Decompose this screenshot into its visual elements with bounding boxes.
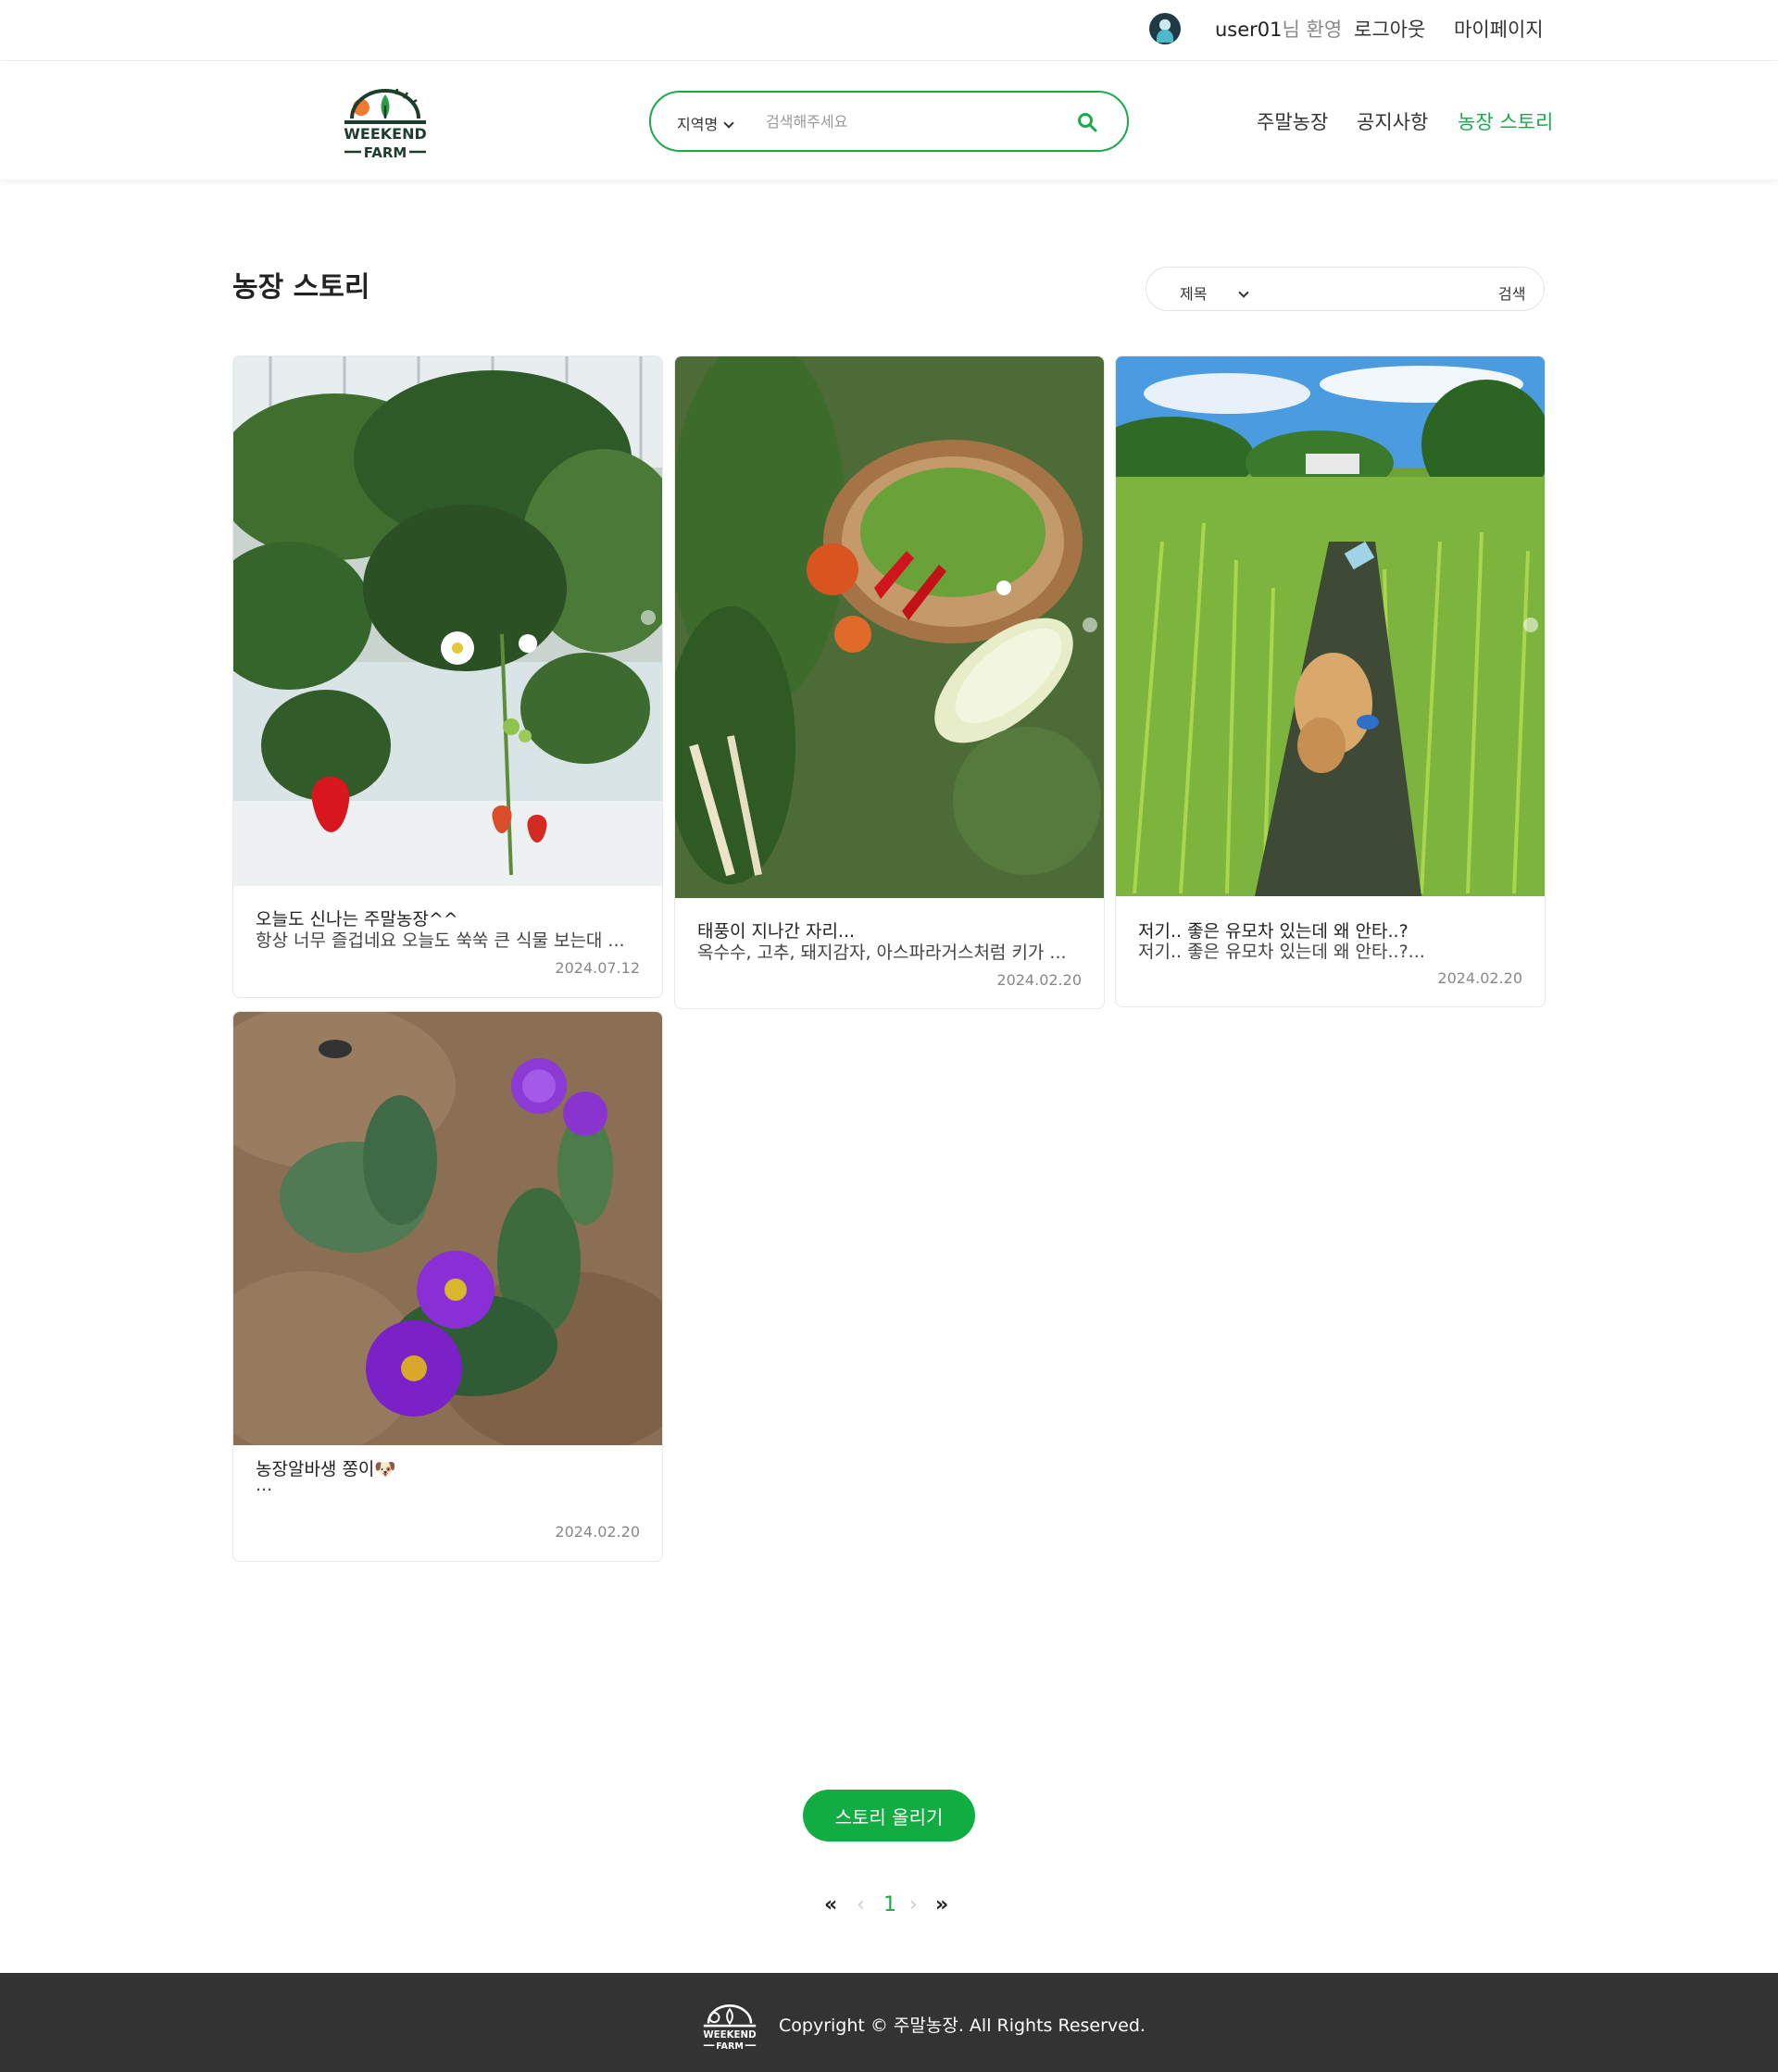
logo-text-bottom: FARM bbox=[364, 144, 407, 161]
prev-page-button[interactable]: ‹ bbox=[857, 1893, 865, 1916]
welcome-suffix: 님 환영 bbox=[1282, 19, 1343, 41]
chevron-down-icon bbox=[723, 118, 734, 129]
purple-flowers-photo bbox=[233, 1012, 662, 1445]
region-select-label: 지역명 bbox=[677, 116, 719, 133]
story-excerpt: 옥수수, 고추, 돼지감자, 아스파라거스처럼 키가 ... bbox=[697, 942, 1067, 963]
first-page-button[interactable]: « bbox=[824, 1893, 837, 1916]
story-card[interactable]: 농장알바생 쫑이🐶 ... 2024.02.20 bbox=[232, 1011, 663, 1562]
welcome-message: user01님 환영 bbox=[1215, 15, 1342, 43]
weekend-farm-logo[interactable]: WEEKEND FARM bbox=[339, 85, 432, 165]
last-page-button[interactable]: » bbox=[935, 1893, 948, 1916]
upload-story-button[interactable]: 스토리 올리기 bbox=[803, 1790, 975, 1841]
filter-search-button[interactable]: 검색 bbox=[1498, 281, 1525, 304]
page-number-current[interactable]: 1 bbox=[883, 1893, 896, 1916]
garlic-field-dog-photo bbox=[1116, 356, 1545, 896]
next-page-button[interactable]: › bbox=[909, 1893, 918, 1916]
nav-farm-story[interactable]: 농장 스토리 bbox=[1458, 107, 1553, 135]
copyright-text: Copyright © 주말농장. All Rights Reserved. bbox=[779, 2016, 1146, 2036]
vegetable-harvest-photo bbox=[675, 356, 1104, 898]
logo-text-top: WEEKEND bbox=[344, 125, 427, 143]
logout-link[interactable]: 로그아웃 bbox=[1354, 15, 1425, 43]
story-date: 2024.07.12 bbox=[555, 959, 640, 977]
story-date: 2024.02.20 bbox=[555, 1523, 640, 1541]
story-date: 2024.02.20 bbox=[1437, 969, 1522, 987]
main-header: WEEKEND FARM 지역명 주말농장 공지사항 농장 스토리 bbox=[0, 61, 1778, 180]
story-card[interactable]: 저기.. 좋은 유모차 있는데 왜 안타..? 저기.. 좋은 유모차 있는데 … bbox=[1115, 356, 1546, 1007]
strawberry-plant-photo bbox=[233, 356, 662, 886]
next-slide-icon[interactable] bbox=[1083, 618, 1097, 632]
nav-weekend-farm[interactable]: 주말농장 bbox=[1257, 107, 1328, 135]
story-excerpt: ... bbox=[256, 1475, 273, 1495]
footer-logo-text-top: WEEKEND bbox=[703, 2029, 756, 2041]
footer: WEEKEND FARM Copyright © 주말농장. All Right… bbox=[0, 1973, 1778, 2072]
mypage-link[interactable]: 마이페이지 bbox=[1454, 15, 1544, 43]
story-excerpt: 저기.. 좋은 유모차 있는데 왜 안타..?... bbox=[1138, 942, 1425, 962]
next-slide-icon[interactable] bbox=[1523, 618, 1538, 632]
next-slide-icon[interactable] bbox=[641, 610, 656, 625]
region-select[interactable]: 지역명 bbox=[677, 112, 734, 134]
nav-notice[interactable]: 공지사항 bbox=[1357, 107, 1428, 135]
username: user01 bbox=[1215, 19, 1283, 41]
filter-type-label: 제목 bbox=[1180, 285, 1208, 303]
chevron-down-icon bbox=[1238, 287, 1250, 298]
search-bar: 지역명 bbox=[649, 91, 1129, 152]
page-title: 농장 스토리 bbox=[232, 271, 370, 304]
search-icon[interactable] bbox=[1076, 111, 1098, 133]
avatar[interactable] bbox=[1149, 13, 1181, 44]
story-card[interactable]: 태풍이 지나간 자리... 옥수수, 고추, 돼지감자, 아스파라거스처럼 키가… bbox=[674, 356, 1105, 1009]
footer-logo: WEEKEND FARM bbox=[703, 2004, 757, 2052]
story-excerpt: 항상 너무 즐겁네요 오늘도 쑥쑥 큰 식물 보는대 ... bbox=[256, 930, 625, 951]
story-date: 2024.02.20 bbox=[996, 971, 1082, 989]
footer-logo-text-bottom: FARM bbox=[716, 2041, 744, 2052]
filter-input[interactable] bbox=[1285, 279, 1471, 301]
story-search-filter: 제목 검색 bbox=[1146, 267, 1545, 311]
top-utility-bar: user01님 환영 로그아웃 마이페이지 bbox=[0, 0, 1778, 61]
story-card[interactable]: 오늘도 신나는 주말농장^^ 항상 너무 즐겁네요 오늘도 쑥쑥 큰 식물 보는… bbox=[232, 356, 663, 998]
search-input[interactable] bbox=[766, 107, 1044, 135]
filter-type-select[interactable]: 제목 bbox=[1180, 281, 1250, 304]
